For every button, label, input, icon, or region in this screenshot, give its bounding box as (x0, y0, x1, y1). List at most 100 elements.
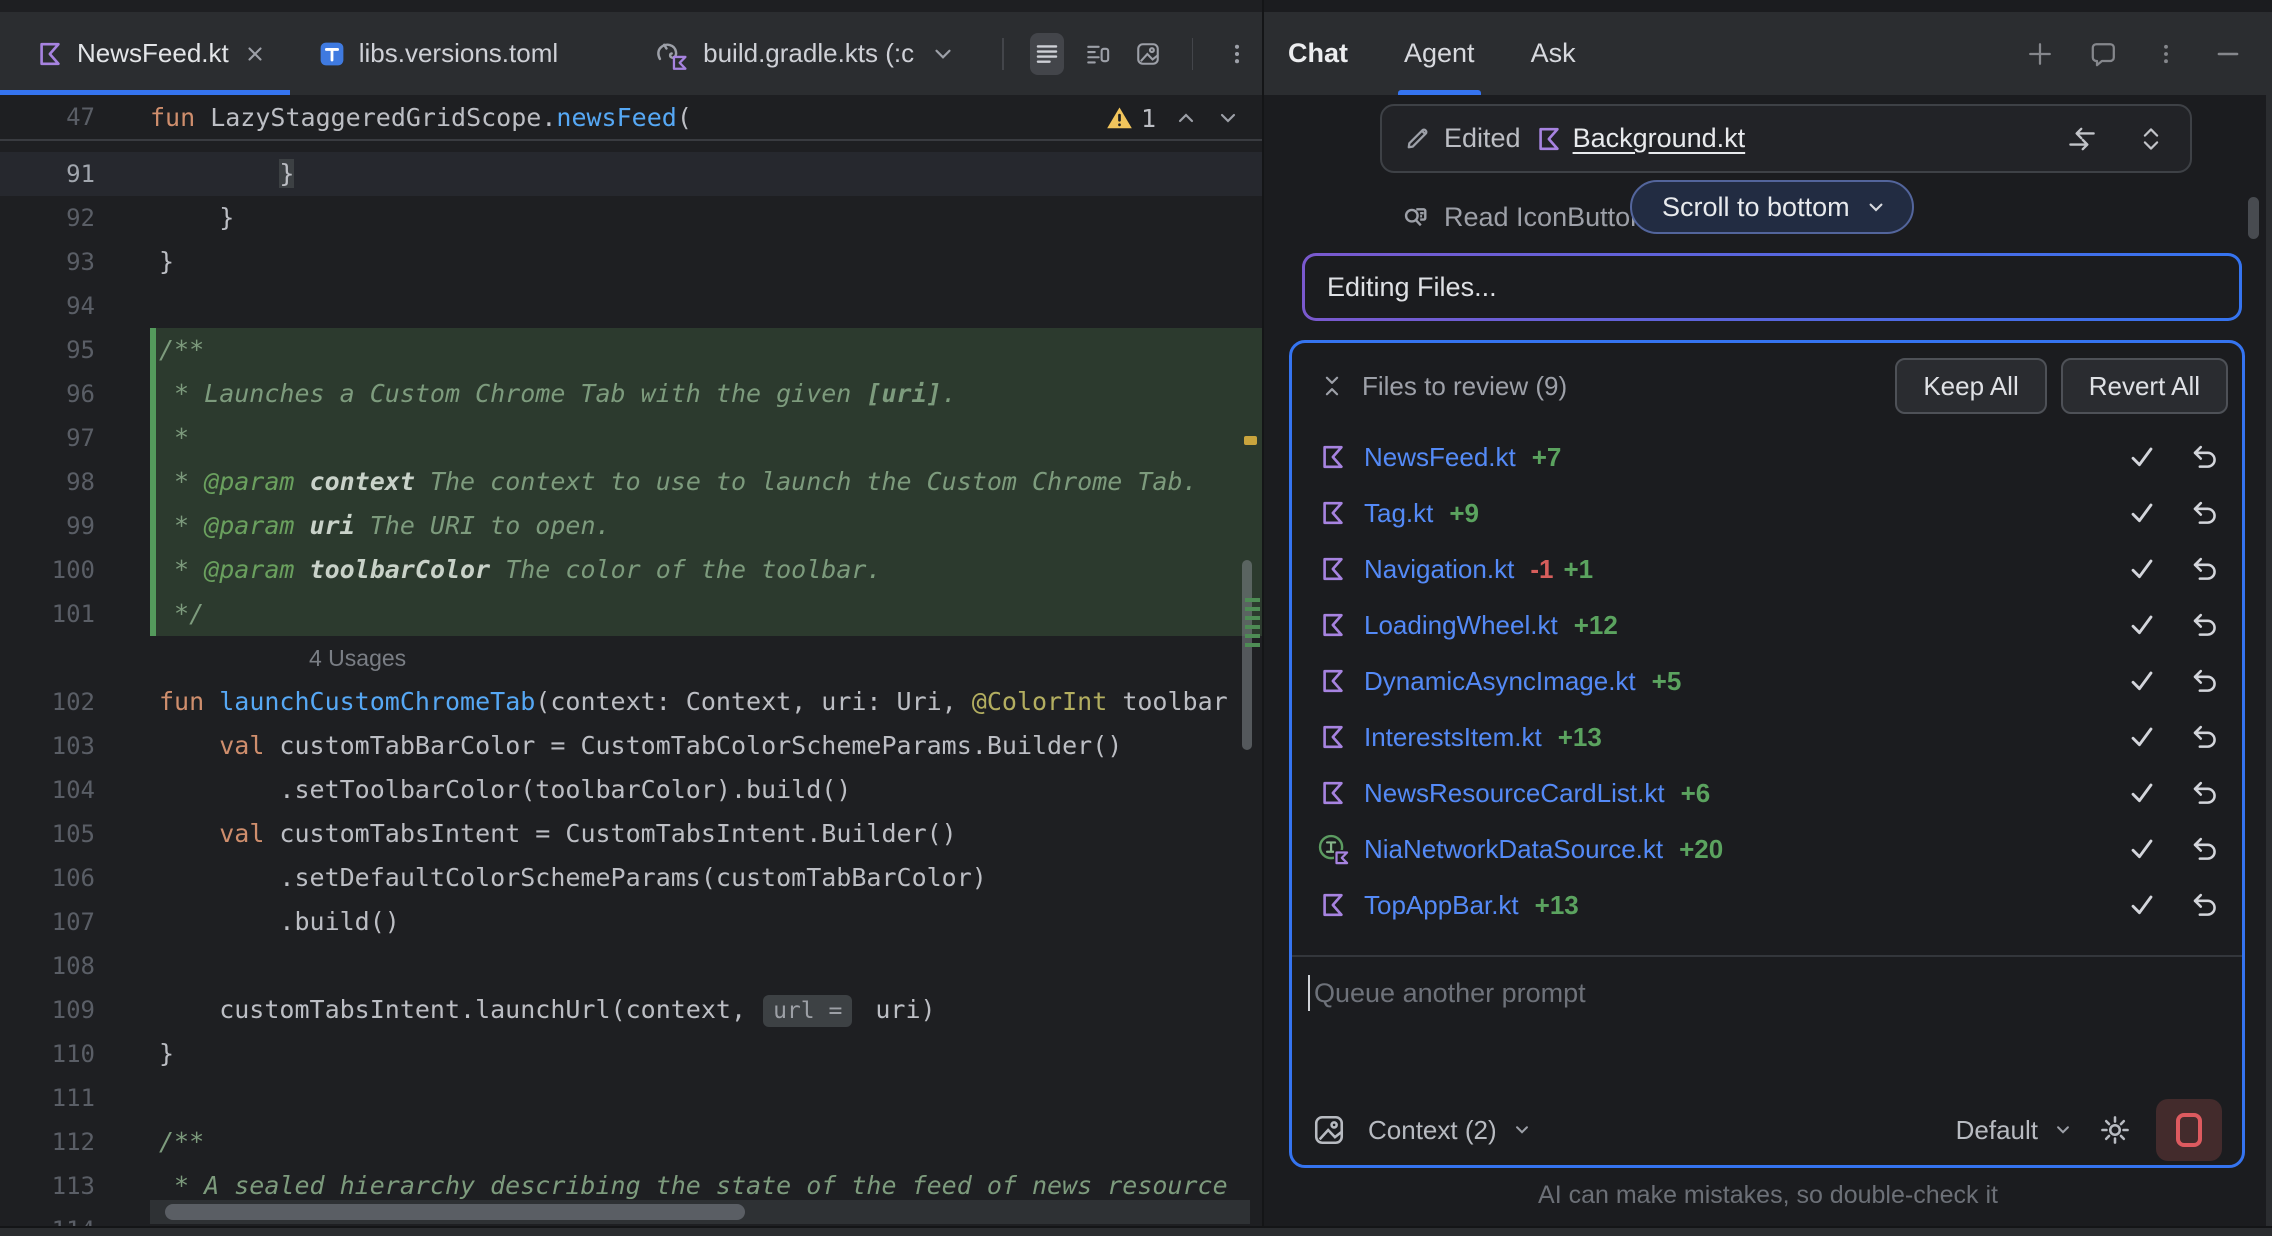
code-line-111[interactable]: 111 (0, 1076, 1262, 1120)
revert-file-undo-icon[interactable] (2188, 721, 2220, 753)
chat-more-kebab-icon[interactable] (2154, 42, 2178, 66)
editor-structure-split-button[interactable] (1080, 33, 1115, 75)
diff-stat-added: +6 (1681, 778, 1711, 809)
code-line-99[interactable]: 99 * @param uri The URI to open. (0, 504, 1262, 548)
keep-file-check-icon[interactable] (2126, 497, 2158, 529)
code-line-92[interactable]: 92 } (0, 196, 1262, 240)
keep-file-check-icon[interactable] (2126, 665, 2158, 697)
horizontal-scrollbar-thumb[interactable] (165, 1204, 745, 1220)
code-line-96[interactable]: 96 * Launches a Custom Chrome Tab with t… (0, 372, 1262, 416)
code-line-94[interactable]: 94 (0, 284, 1262, 328)
chat-header-actions (2026, 40, 2242, 68)
attach-image-icon[interactable] (1312, 1113, 1346, 1147)
model-selector[interactable]: Default (1956, 1115, 2074, 1146)
prompt-input[interactable]: Queue another prompt (1308, 975, 1586, 1011)
code-line-105[interactable]: 105 val customTabsIntent = CustomTabsInt… (0, 812, 1262, 856)
code-line-106[interactable]: 106 .setDefaultColorSchemeParams(customT… (0, 856, 1262, 900)
vertical-scrollbar-thumb[interactable] (1242, 560, 1252, 750)
stop-generation-button[interactable] (2156, 1099, 2222, 1161)
keep-file-check-icon[interactable] (2126, 553, 2158, 585)
code-line-93[interactable]: 93} (0, 240, 1262, 284)
file-link[interactable]: TopAppBar.kt (1364, 890, 1519, 921)
context-chevron-down-icon[interactable] (1511, 1119, 1533, 1141)
editor-tab-libs-versions-toml[interactable]: libs.versions.toml (290, 12, 586, 95)
file-link[interactable]: LoadingWheel.kt (1364, 610, 1558, 641)
keep-file-check-icon[interactable] (2126, 777, 2158, 809)
revert-file-undo-icon[interactable] (2188, 553, 2220, 585)
code-line-97[interactable]: 97 * (0, 416, 1262, 460)
file-link[interactable]: DynamicAsyncImage.kt (1364, 666, 1636, 697)
revert-file-undo-icon[interactable] (2188, 889, 2220, 921)
close-icon[interactable] (244, 43, 266, 65)
error-stripe-warning-marker[interactable] (1244, 436, 1257, 445)
show-diff-arrows-icon[interactable] (2066, 124, 2098, 154)
chat-history-bubble-icon[interactable] (2090, 40, 2118, 68)
editor-tab-newsfeed-kt[interactable]: NewsFeed.kt (0, 12, 290, 95)
code-editor[interactable]: 47 fun LazyStaggeredGridScope.newsFeed( … (0, 95, 1262, 1236)
kotlin-file-icon (1319, 555, 1347, 583)
minimize-icon[interactable] (2214, 40, 2242, 68)
code-line-107[interactable]: 107 .build() (0, 900, 1262, 944)
revert-file-undo-icon[interactable] (2188, 777, 2220, 809)
editor-more-options-button[interactable] (1219, 33, 1254, 75)
tab-agent[interactable]: Agent (1404, 12, 1475, 95)
previous-issue-chevron-up-icon[interactable] (1174, 106, 1198, 130)
keep-file-check-icon[interactable] (2126, 833, 2158, 865)
image-icon (1135, 41, 1161, 67)
code-line-91[interactable]: 91 } (0, 152, 1262, 196)
code-line-95[interactable]: 95/** (0, 328, 1262, 372)
edited-file-card[interactable]: Edited Background.kt (1380, 104, 2192, 173)
collapse-icon[interactable] (1318, 372, 1346, 400)
file-link[interactable]: Tag.kt (1364, 498, 1433, 529)
code-line-110[interactable]: 110} (0, 1032, 1262, 1076)
settings-gear-icon[interactable] (2098, 1113, 2132, 1147)
next-issue-chevron-down-icon[interactable] (1216, 106, 1240, 130)
revert-file-undo-icon[interactable] (2188, 497, 2220, 529)
code-lines[interactable]: 91 }92 }93}9495/**96 * Launches a Custom… (0, 141, 1262, 1236)
tab-ask[interactable]: Ask (1531, 12, 1576, 95)
line-number: 104 (0, 768, 150, 812)
revert-file-undo-icon[interactable] (2188, 609, 2220, 641)
file-link[interactable]: NewsResourceCardList.kt (1364, 778, 1665, 809)
revert-file-undo-icon[interactable] (2188, 833, 2220, 865)
code-line-98[interactable]: 98 * @param context The context to use t… (0, 460, 1262, 504)
keep-file-check-icon[interactable] (2126, 441, 2158, 473)
new-chat-plus-icon[interactable] (2026, 40, 2054, 68)
context-selector[interactable]: Context (2) (1368, 1115, 1497, 1146)
diff-stat-added: +9 (1449, 498, 1479, 529)
file-link[interactable]: InterestsItem.kt (1364, 722, 1542, 753)
chat-scrollbar-thumb[interactable] (2248, 197, 2259, 239)
code-line-109[interactable]: 109 customTabsIntent.launchUrl(context, … (0, 988, 1262, 1032)
code-line-112[interactable]: 112/** (0, 1120, 1262, 1164)
code-line-103[interactable]: 103 val customTabBarColor = CustomTabCol… (0, 724, 1262, 768)
scroll-to-bottom-button[interactable]: Scroll to bottom (1630, 180, 1914, 234)
line-number: 112 (0, 1120, 150, 1164)
keep-all-button[interactable]: Keep All (1895, 358, 2046, 414)
file-link[interactable]: NiaNetworkDataSource.kt (1364, 834, 1663, 865)
file-link[interactable]: NewsFeed.kt (1364, 442, 1516, 473)
code-line-101[interactable]: 101 */ (0, 592, 1262, 636)
editor-tab-build-gradle-kts-c[interactable]: build.gradle.kts (:c (626, 12, 984, 95)
horizontal-scrollbar[interactable] (150, 1200, 1250, 1224)
code-line-108[interactable]: 108 (0, 944, 1262, 988)
prompt-toolbar: Context (2) Default (1292, 1095, 2242, 1165)
editing-status-label: Editing Files... (1327, 272, 1497, 303)
editor-preview-button[interactable] (1131, 33, 1166, 75)
editor-view-lines-button[interactable] (1030, 33, 1065, 75)
usages-hint[interactable]: 4 Usages (0, 636, 1262, 680)
keep-file-check-icon[interactable] (2126, 889, 2158, 921)
expand-unfold-icon[interactable] (2136, 124, 2166, 154)
chevron-down-icon[interactable] (930, 41, 956, 67)
edited-file-link[interactable]: Background.kt (1573, 123, 1746, 154)
revert-file-undo-icon[interactable] (2188, 441, 2220, 473)
file-review-row: NewsFeed.kt+7 (1292, 429, 2242, 485)
keep-file-check-icon[interactable] (2126, 721, 2158, 753)
revert-all-button[interactable]: Revert All (2061, 358, 2228, 414)
error-stripe-changed-lines-marker[interactable] (1245, 598, 1260, 652)
file-link[interactable]: Navigation.kt (1364, 554, 1514, 585)
revert-file-undo-icon[interactable] (2188, 665, 2220, 697)
code-line-104[interactable]: 104 .setToolbarColor(toolbarColor).build… (0, 768, 1262, 812)
keep-file-check-icon[interactable] (2126, 609, 2158, 641)
code-line-102[interactable]: 102fun launchCustomChromeTab(context: Co… (0, 680, 1262, 724)
code-line-100[interactable]: 100 * @param toolbarColor The color of t… (0, 548, 1262, 592)
